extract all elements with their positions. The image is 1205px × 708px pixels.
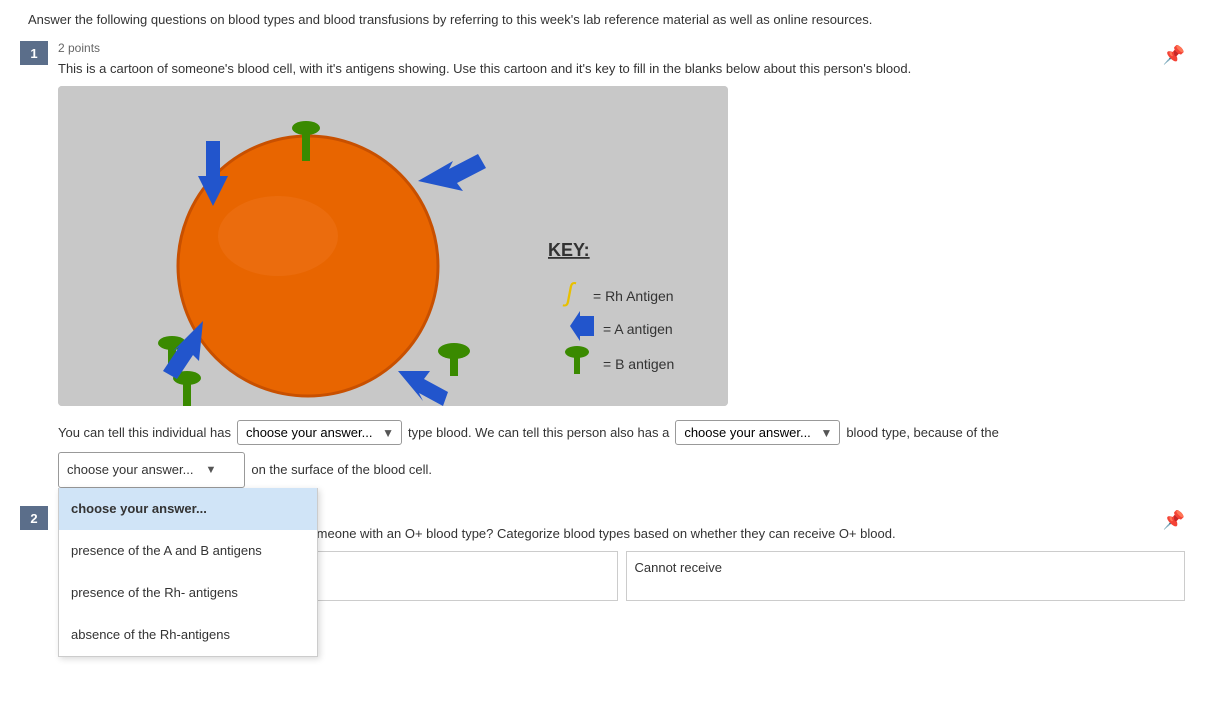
instructions: Answer the following questions on blood … [20, 12, 1185, 27]
dropdown1-select[interactable]: choose your answer... A B AB O [237, 420, 402, 445]
cannot-receive-label: Cannot receive [635, 560, 722, 575]
fill-prefix: You can tell this individual has [58, 420, 231, 446]
fill-suffix: blood type, because of the [846, 420, 999, 446]
fill-in-row1: You can tell this individual has choose … [58, 420, 1185, 446]
dropdown3-container[interactable]: choose your answer... ▼ choose your answ… [58, 452, 245, 488]
svg-text:= A antigen: = A antigen [603, 321, 673, 337]
fill-end: on the surface of the blood cell. [251, 457, 432, 483]
dropdown3-menu: choose your answer... presence of the A … [58, 488, 318, 657]
dropdown3-option-no-rh[interactable]: absence of the Rh-antigens [59, 614, 317, 656]
dropdown1-wrapper[interactable]: choose your answer... A B AB O ▼ [237, 420, 402, 446]
pin-icon-q2[interactable]: 📌 [1163, 510, 1185, 531]
dropdown3-option-ab[interactable]: presence of the A and B antigens [59, 530, 317, 572]
svg-text:KEY:: KEY: [548, 240, 590, 260]
dropdown2-wrapper[interactable]: choose your answer... positive negative … [675, 420, 840, 446]
dropdown2-select[interactable]: choose your answer... positive negative [675, 420, 840, 445]
question2-number: 2 [20, 506, 48, 530]
fill-in-row2: choose your answer... ▼ choose your answ… [58, 452, 1185, 488]
svg-text:= B antigen: = B antigen [603, 356, 674, 372]
question1-text: This is a cartoon of someone's blood cel… [58, 61, 1185, 76]
dropdown3-option-rh[interactable]: presence of the Rh- antigens [59, 572, 317, 614]
blood-cell-diagram: KEY: ʃ = Rh Antigen = A antigen = B anti… [58, 86, 728, 406]
dropdown3-option-default[interactable]: choose your answer... [59, 488, 317, 530]
fill-middle: type blood. We can tell this person also… [408, 420, 669, 446]
question1-number: 1 [20, 41, 48, 65]
cannot-receive-cell: Cannot receive [626, 551, 1186, 601]
fill-in-section: You can tell this individual has choose … [58, 420, 1185, 488]
svg-text:= Rh Antigen: = Rh Antigen [593, 288, 674, 304]
dropdown3-chevron: ▼ [205, 459, 216, 481]
pin-icon-q1[interactable]: 📌 [1163, 45, 1185, 66]
dropdown3-trigger[interactable]: choose your answer... ▼ [58, 452, 245, 488]
dropdown3-selected-text: choose your answer... [67, 457, 193, 483]
question1-points: 2 points [58, 41, 1185, 55]
